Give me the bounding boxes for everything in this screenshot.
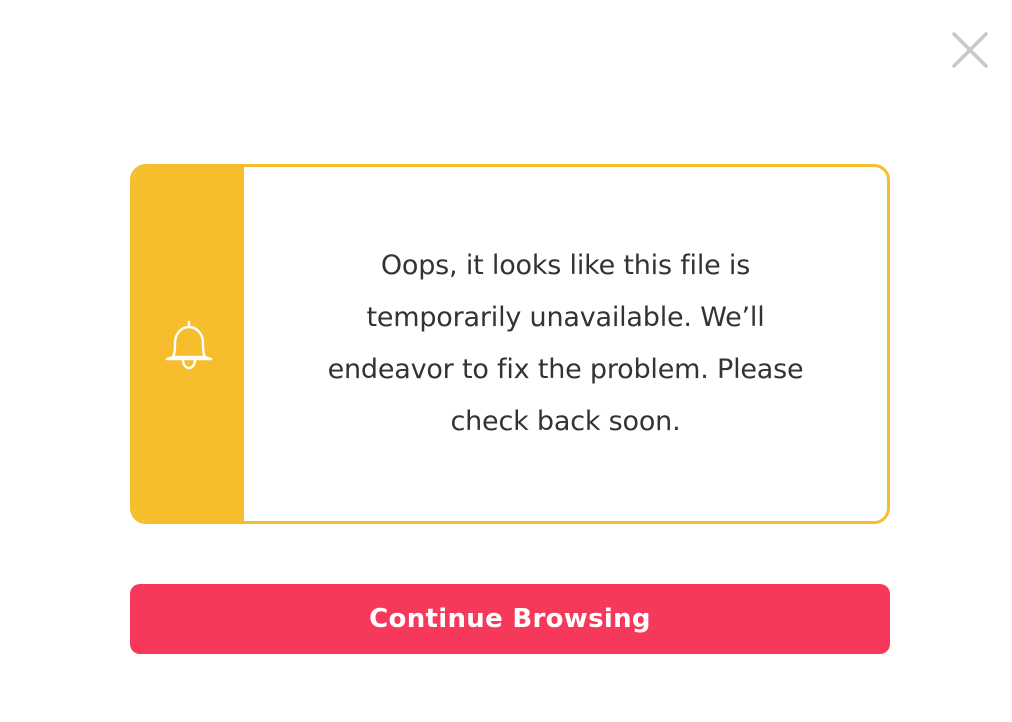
notice-message-area: Oops, it looks like this file is tempora… <box>244 167 887 521</box>
close-button[interactable] <box>948 28 992 72</box>
bell-icon <box>161 317 217 373</box>
close-icon <box>948 28 992 72</box>
notice-message: Oops, it looks like this file is tempora… <box>327 250 804 437</box>
notice-card: Oops, it looks like this file is tempora… <box>130 164 890 524</box>
notice-stripe <box>133 167 244 521</box>
continue-browsing-button[interactable]: Continue Browsing <box>130 584 890 654</box>
